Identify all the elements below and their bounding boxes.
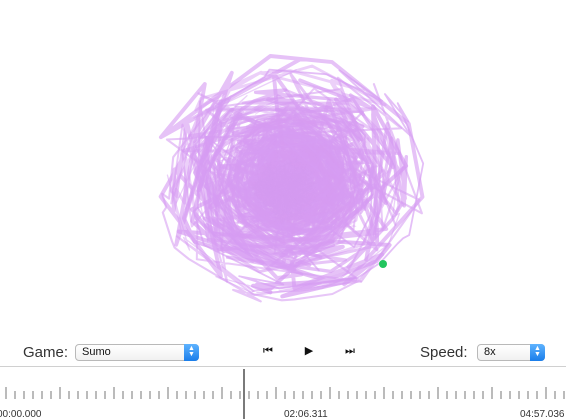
timeline-end: 04:57.036: [520, 409, 565, 420]
game-select[interactable]: Sumo ▲ ▼: [75, 344, 199, 361]
replay-visualization: [158, 54, 425, 303]
play-button[interactable]: ▶: [300, 343, 318, 359]
game-label: Game:: [23, 344, 69, 361]
player-marker: [379, 260, 387, 268]
chevron-updown-icon: ▲ ▼: [530, 344, 545, 361]
skip-previous-icon: ⏮: [263, 345, 273, 357]
controls-bar: Game: Sumo ▲ ▼ ⏮ ▶ ⏭ Speed: 8x ▲ ▼: [0, 336, 566, 366]
skip-next-icon: ⏭: [345, 345, 355, 357]
timeline-cursor-time: 02:06.311: [284, 409, 328, 420]
timeline-ticks: [5, 369, 565, 419]
speed-select[interactable]: 8x ▲ ▼: [477, 344, 545, 361]
timeline[interactable]: 00:00.000 02:06.311 04:57.036: [0, 366, 566, 420]
previous-button[interactable]: ⏮: [259, 343, 277, 359]
speed-select-value: 8x: [484, 346, 496, 358]
next-button[interactable]: ⏭: [341, 343, 359, 359]
game-select-value: Sumo: [82, 346, 111, 358]
play-icon: ▶: [304, 345, 314, 357]
timeline-start: 00:00.000: [0, 409, 42, 420]
chevron-updown-icon: ▲ ▼: [184, 344, 199, 361]
speed-label: Speed:: [420, 344, 468, 361]
